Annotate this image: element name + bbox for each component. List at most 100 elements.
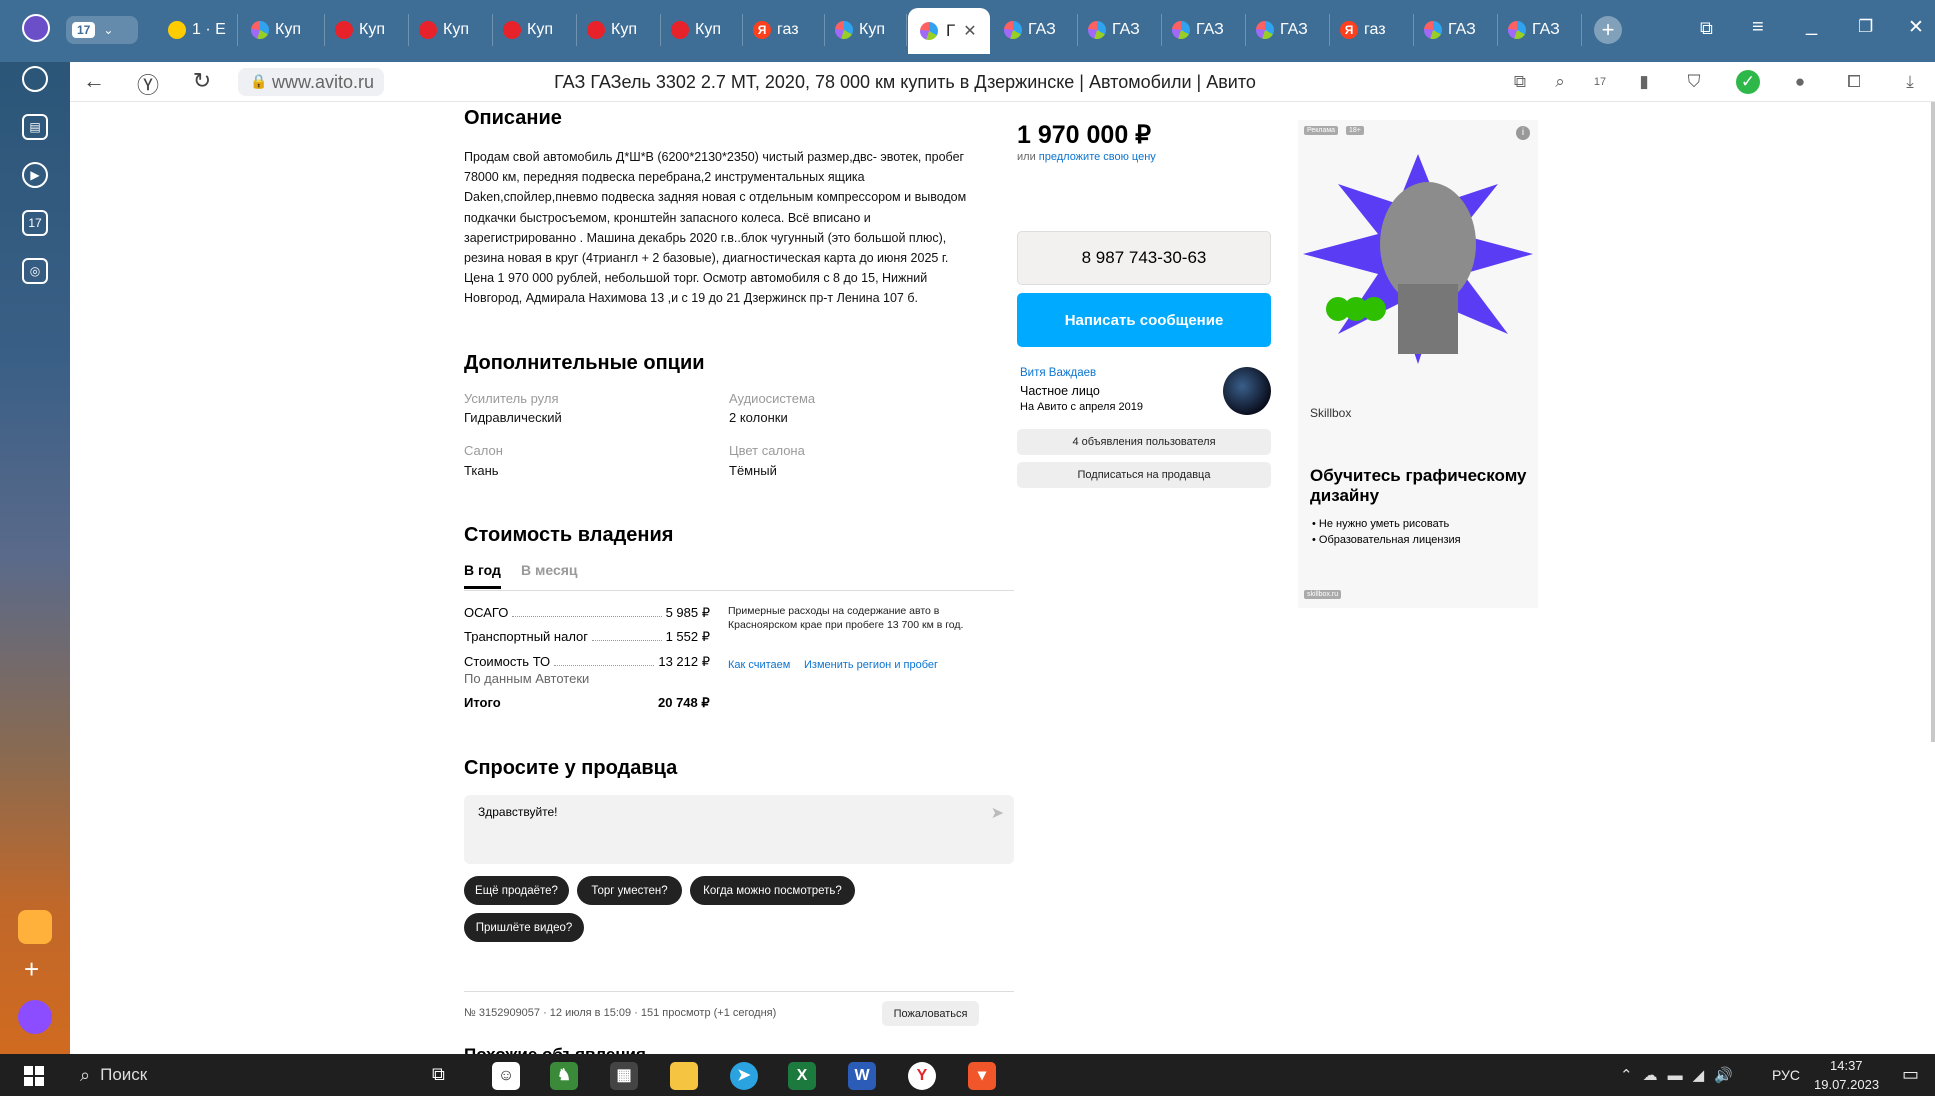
protect-icon[interactable]: ⛉ — [1682, 70, 1706, 94]
option-label: Цвет салона — [729, 443, 805, 458]
quick-question-chip[interactable]: Когда можно посмотреть? — [690, 876, 855, 905]
alice-icon[interactable] — [18, 1000, 52, 1034]
play-icon[interactable]: ▶ — [22, 162, 48, 188]
notifications-icon[interactable]: ▭ — [1902, 1064, 1919, 1085]
tab-counter-badge: 17 — [72, 22, 96, 38]
collections-sidebar-icon[interactable]: ▤ — [22, 114, 48, 140]
profile-avatar[interactable] — [22, 14, 50, 42]
task-view-icon[interactable]: ⧉ — [432, 1064, 445, 1085]
collections-icon[interactable]: ⧉ — [1700, 18, 1713, 39]
yandex-browser-icon[interactable]: Y — [908, 1062, 936, 1090]
avito-icon — [1004, 21, 1022, 39]
tab[interactable]: Ягаз — [1332, 14, 1414, 46]
chevron-down-icon: ⌄ — [103, 23, 114, 37]
close-window-icon[interactable]: ✕ — [1908, 16, 1924, 39]
mail-icon — [168, 21, 186, 39]
tab-active[interactable]: Г ✕ — [908, 8, 990, 54]
screenshot-icon[interactable]: ◎ — [22, 258, 48, 284]
taskbar-search[interactable]: ⌕ Поиск — [66, 1054, 416, 1096]
adblock-icon[interactable]: ✓ — [1736, 70, 1760, 94]
input-language[interactable]: РУС — [1772, 1067, 1800, 1083]
clock-date[interactable]: 19.07.2023 — [1814, 1077, 1879, 1092]
tab[interactable]: ГАЗ — [1416, 14, 1498, 46]
tab-per-month[interactable]: В месяц — [521, 562, 578, 578]
tabs-divider — [464, 590, 1014, 591]
tab[interactable]: Куп — [663, 14, 743, 46]
quick-question-chip[interactable]: Торг уместен? — [577, 876, 682, 905]
tab[interactable]: ГАЗ — [996, 14, 1078, 46]
calendar-icon[interactable]: 17 — [22, 210, 48, 236]
complain-button[interactable]: Пожаловаться — [882, 1001, 979, 1026]
vpn-icon[interactable]: ● — [1788, 70, 1812, 94]
tab[interactable]: Куп — [243, 14, 325, 46]
tab[interactable]: ГАЗ — [1164, 14, 1246, 46]
new-tab-button[interactable]: + — [1594, 16, 1622, 44]
extensions-icon[interactable]: ⧠ — [1842, 70, 1866, 94]
avito-icon — [835, 21, 853, 39]
clock-time[interactable]: 14:37 — [1830, 1058, 1863, 1073]
quick-question-chip[interactable]: Пришлёте видео? — [464, 913, 584, 942]
how-calculated-link[interactable]: Как считаем — [728, 659, 790, 671]
subscribe-seller-button[interactable]: Подписаться на продавца — [1017, 462, 1271, 488]
bookmark-icon[interactable]: ▮ — [1632, 70, 1656, 94]
start-icon[interactable] — [24, 1066, 44, 1086]
seller-avatar[interactable] — [1223, 367, 1271, 415]
seller-ads-button[interactable]: 4 объявления пользователя — [1017, 429, 1271, 455]
cost-row: Стоимость ТО 13 212 ₽ — [464, 654, 710, 669]
tab[interactable]: Куп — [411, 14, 493, 46]
translate-icon[interactable]: ⧉ — [1508, 70, 1532, 94]
ask-heading: Спросите у продавца — [464, 757, 678, 779]
ad-banner[interactable]: Реклама 18+ i Skillbox Обучитесь графиче… — [1298, 120, 1538, 608]
ask-seller-textarea[interactable]: Здравствуйте! ➤ — [464, 795, 1014, 864]
offer-price-link[interactable]: предложите свою цену — [1039, 151, 1156, 163]
quick-question-chip[interactable]: Ещё продаёте? — [464, 876, 569, 905]
app-icon[interactable]: ▦ — [610, 1062, 638, 1090]
description-heading: Описание — [464, 107, 562, 129]
minimize-icon[interactable]: _ — [1806, 14, 1817, 37]
send-icon[interactable]: ➤ — [991, 803, 1004, 823]
downloads-badge-icon[interactable]: 17 — [1588, 70, 1612, 94]
ad-image — [1303, 154, 1533, 364]
change-region-link[interactable]: Изменить регион и пробег — [804, 659, 938, 671]
search-icon[interactable]: ⌕ — [1548, 70, 1572, 94]
back-icon[interactable]: ← — [80, 68, 108, 94]
tab-counter-button[interactable]: 17 ⌄ — [66, 16, 138, 44]
reload-icon[interactable]: ↻ — [188, 68, 216, 94]
page-scrollbar[interactable] — [1931, 102, 1935, 742]
ad-age-tag: 18+ — [1346, 126, 1364, 135]
tab[interactable]: 1 · E — [160, 14, 238, 46]
url-field[interactable]: 🔒 www.avito.ru — [238, 68, 385, 96]
tab[interactable]: Ягаз — [745, 14, 825, 46]
app-icon[interactable]: ☺ — [492, 1062, 520, 1090]
tab[interactable]: ГАЗ — [1248, 14, 1330, 46]
add-panel-icon[interactable]: + — [24, 954, 39, 985]
excel-icon[interactable]: X — [788, 1062, 816, 1090]
tab[interactable]: Куп — [579, 14, 661, 46]
tray-icons[interactable]: ⌃☁▬◢🔊 — [1620, 1066, 1743, 1084]
page-content: Описание Продам свой автомобиль Д*Ш*В (6… — [70, 102, 1935, 1054]
restore-icon[interactable]: ❐ — [1858, 17, 1873, 37]
seller-since: На Авито с апреля 2019 — [1020, 401, 1143, 413]
history-icon[interactable] — [22, 66, 48, 92]
ownership-heading: Стоимость владения — [464, 524, 674, 546]
menu-icon[interactable]: ≡ — [1752, 16, 1764, 39]
tab[interactable]: ГАЗ — [1500, 14, 1582, 46]
brave-icon[interactable]: ▾ — [968, 1062, 996, 1090]
info-icon[interactable]: i — [1516, 126, 1530, 140]
download-icon[interactable]: ⤓ — [1898, 70, 1922, 94]
close-icon[interactable]: ✕ — [963, 21, 976, 41]
telegram-icon[interactable]: ➤ — [730, 1062, 758, 1090]
word-icon[interactable]: W — [848, 1062, 876, 1090]
tab-per-year[interactable]: В год — [464, 562, 501, 589]
mail-app-icon[interactable] — [18, 910, 52, 944]
tab[interactable]: Куп — [327, 14, 409, 46]
tab[interactable]: Куп — [495, 14, 577, 46]
app-icon[interactable]: ♞ — [550, 1062, 578, 1090]
show-phone-button[interactable]: 8 987 743-30-63 — [1017, 231, 1271, 285]
tab[interactable]: ГАЗ — [1080, 14, 1162, 46]
seller-name-link[interactable]: Витя Важдаев — [1020, 367, 1096, 379]
write-message-button[interactable]: Написать сообщение — [1017, 293, 1271, 347]
file-explorer-icon[interactable] — [670, 1062, 698, 1090]
yandex-button-icon[interactable]: Ⓨ — [134, 68, 162, 100]
tab[interactable]: Куп — [827, 14, 907, 46]
